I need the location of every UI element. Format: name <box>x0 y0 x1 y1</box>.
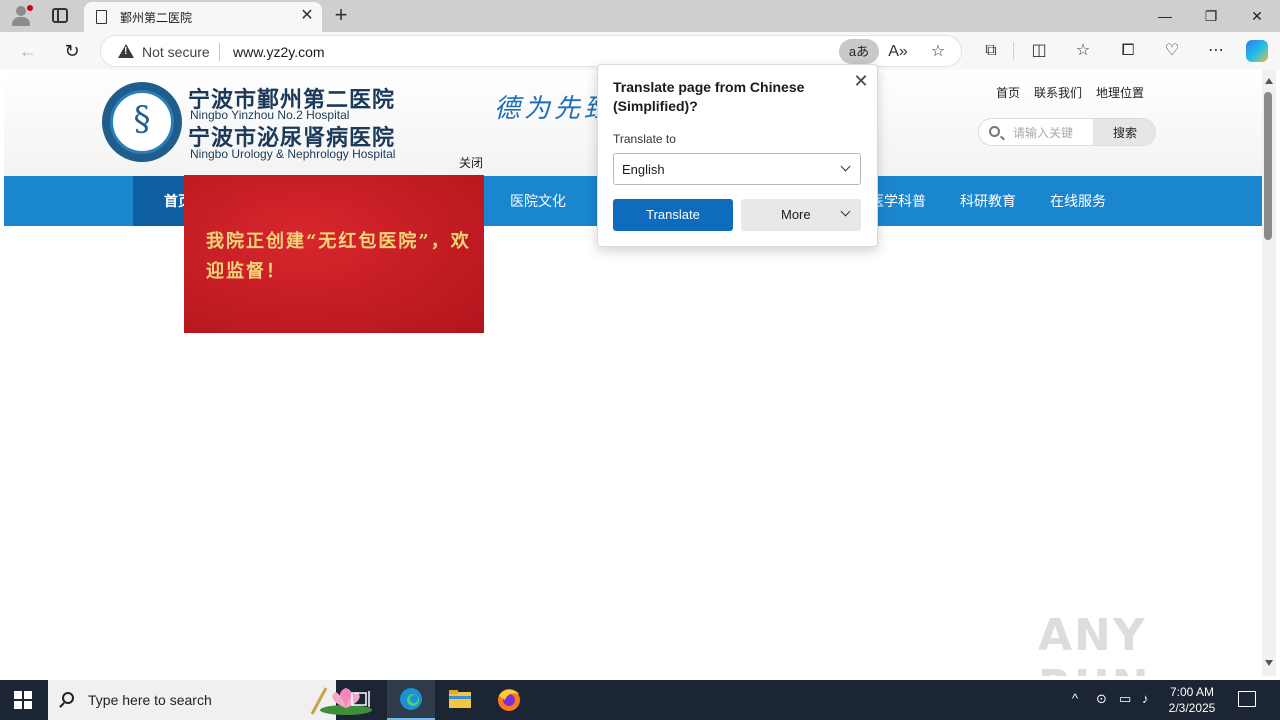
taskbar: Type here to search ^ ⊙ ▭ ♪ 7:00 AM 2/3/… <box>0 680 1280 720</box>
firefox-icon[interactable] <box>485 680 533 720</box>
chevron-down-icon <box>840 206 851 217</box>
page-icon <box>96 10 107 24</box>
top-link-location[interactable]: 地理位置 <box>1096 86 1144 100</box>
profile-avatar-icon[interactable] <box>10 5 33 27</box>
tab-actions-icon[interactable] <box>52 8 68 23</box>
clock-time: 7:00 AM <box>1169 685 1215 699</box>
language-select-value: English <box>622 162 665 177</box>
back-button[interactable]: ← <box>16 39 40 63</box>
warning-icon[interactable] <box>118 44 134 58</box>
clock-date: 2/3/2025 <box>1168 701 1216 715</box>
taskbar-search[interactable]: Type here to search <box>48 680 372 720</box>
more-button[interactable]: More <box>741 199 861 231</box>
translate-button[interactable]: Translate <box>613 199 733 231</box>
windows-start-icon[interactable] <box>14 691 32 709</box>
tab-title: 鄞州第二医院 <box>120 11 193 25</box>
task-view-icon[interactable] <box>336 680 384 720</box>
meet-now-icon[interactable]: ⊙ <box>1096 691 1107 707</box>
scroll-thumb[interactable] <box>1264 92 1272 240</box>
more-menu-icon[interactable]: ⋯ <box>1204 40 1228 62</box>
volume-icon[interactable]: ♪ <box>1142 691 1149 706</box>
system-clock[interactable]: 7:00 AM 2/3/2025 <box>1160 684 1224 716</box>
top-link-contact[interactable]: 联系我们 <box>1034 86 1082 100</box>
tab-strip: 鄞州第二医院 ✕ + — ❐ ✕ <box>0 0 1280 32</box>
watermark-text: ANY RUN <box>1038 610 1148 676</box>
nav-item-research[interactable]: 科研教育 <box>960 176 1016 226</box>
address-bar[interactable]: Not secure www.yz2y.com aあ A» ☆ <box>100 35 962 67</box>
tray-chevron-icon[interactable]: ^ <box>1072 691 1078 706</box>
close-icon[interactable]: ✕ <box>851 71 871 91</box>
site-search: 搜索 <box>978 118 1156 146</box>
minimize-button[interactable]: — <box>1142 0 1188 32</box>
translate-flyout: Translate page from Chinese (Simplified)… <box>597 64 878 247</box>
search-icon <box>62 692 74 704</box>
new-tab-button[interactable]: + <box>330 4 352 26</box>
collections-icon[interactable]: ⧠ <box>1116 40 1140 62</box>
translate-to-label: Translate to <box>613 132 676 146</box>
taskbar-search-placeholder: Type here to search <box>88 692 212 708</box>
language-select[interactable]: English <box>613 153 861 185</box>
extensions-icon[interactable]: ⧉ <box>979 40 1003 62</box>
browser-essentials-icon[interactable]: ♡ <box>1160 40 1184 62</box>
toolbar-divider <box>1013 42 1014 60</box>
notification-icon[interactable] <box>1238 691 1256 707</box>
top-link-home[interactable]: 首页 <box>996 86 1020 100</box>
more-button-label: More <box>781 207 811 222</box>
site-search-input[interactable] <box>1013 123 1087 143</box>
split-screen-icon[interactable]: ◫ <box>1027 40 1051 62</box>
hospital-motto: 德为先臻 <box>494 94 615 124</box>
edge-taskbar-icon[interactable] <box>387 680 435 720</box>
hospital-logo[interactable]: § <box>102 82 182 162</box>
favorites-icon[interactable]: ☆ <box>1071 40 1095 62</box>
hospital-name-en-2: Ningbo Urology & Nephrology Hospital <box>190 147 396 161</box>
address-divider <box>219 43 220 61</box>
security-label[interactable]: Not secure <box>142 44 210 60</box>
restore-button[interactable]: ❐ <box>1188 0 1234 32</box>
scroll-down-icon[interactable] <box>1265 660 1273 666</box>
url-text[interactable]: www.yz2y.com <box>233 44 325 60</box>
refresh-button[interactable]: ↻ <box>60 39 84 63</box>
nav-item-science[interactable]: 医学科普 <box>870 176 926 226</box>
popup-close-link[interactable]: 关闭 <box>459 154 483 171</box>
scroll-up-icon[interactable] <box>1265 78 1273 84</box>
network-icon[interactable]: ▭ <box>1119 691 1131 707</box>
site-search-button[interactable]: 搜索 <box>1093 119 1155 145</box>
favorite-star-icon[interactable]: ☆ <box>927 41 949 63</box>
nav-item-service[interactable]: 在线服务 <box>1050 176 1106 226</box>
search-icon <box>989 126 1000 137</box>
browser-tab[interactable]: 鄞州第二医院 ✕ <box>84 2 322 32</box>
read-aloud-icon[interactable]: A» <box>887 41 909 63</box>
promo-banner[interactable]: 我院正创建“无红包医院”，欢迎监督！ <box>184 175 484 333</box>
close-window-button[interactable]: ✕ <box>1234 0 1280 32</box>
translate-icon[interactable]: aあ <box>839 39 879 64</box>
promo-text: 我院正创建“无红包医院”，欢迎监督！ <box>206 231 471 282</box>
watermark: ANY RUN <box>1038 610 1262 676</box>
translate-heading: Translate page from Chinese (Simplified)… <box>613 79 805 114</box>
page-scrollbar[interactable] <box>1262 70 1276 676</box>
top-links: 首页 联系我们 地理位置 <box>996 84 1158 101</box>
copilot-icon[interactable] <box>1246 40 1268 62</box>
file-explorer-icon[interactable] <box>436 680 484 720</box>
tab-close-icon[interactable]: ✕ <box>298 7 316 25</box>
nav-item-culture[interactable]: 医院文化 <box>510 176 566 226</box>
chevron-down-icon <box>840 161 851 172</box>
